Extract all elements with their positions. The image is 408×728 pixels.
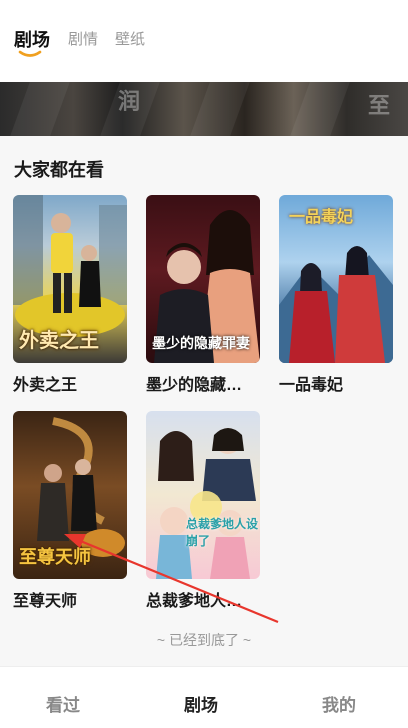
end-of-list-text: ~ 已经到底了 ~: [156, 632, 252, 648]
poster-image: 总裁爹地人设崩了: [146, 411, 260, 579]
poster-title: 外卖之王: [19, 330, 99, 352]
tab-theater[interactable]: 剧场: [14, 26, 50, 52]
poster-title: 总裁爹地人设崩了: [186, 517, 259, 548]
poster-image: 外卖之王: [13, 195, 127, 363]
tab-plot[interactable]: 剧情: [68, 28, 98, 49]
poster-image: 墨少的隐藏罪妻: [146, 195, 260, 363]
card-title: 至尊天师: [13, 593, 78, 610]
card-title: 总裁爹地人…: [146, 593, 243, 610]
nav-theater[interactable]: 剧场: [184, 691, 218, 716]
poster-image: 至尊天师: [13, 411, 127, 579]
card-title: 一品毒妃: [279, 377, 344, 394]
main-content: 大家都在看 外卖之王 外卖之王 墨少的隐藏罪妻 墨少的隐藏… 一品毒妃 一品毒妃…: [0, 136, 408, 666]
banner-carousel[interactable]: 润 至: [0, 82, 408, 136]
drama-card-2[interactable]: 墨少的隐藏罪妻 墨少的隐藏…: [146, 195, 260, 395]
poster-title: 墨少的隐藏罪妻: [152, 335, 250, 351]
bottom-nav-bar: 看过 剧场 我的: [0, 666, 408, 728]
top-tab-bar: 剧场 剧情 壁纸: [0, 0, 408, 82]
card-title: 外卖之王: [13, 377, 78, 394]
drama-card-3[interactable]: 一品毒妃 一品毒妃: [279, 195, 393, 395]
nav-watched[interactable]: 看过: [46, 691, 80, 716]
nav-mine[interactable]: 我的: [322, 691, 356, 716]
drama-card-4[interactable]: 至尊天师 至尊天师: [13, 411, 127, 611]
poster-title: 一品毒妃: [289, 209, 354, 226]
drama-card-1[interactable]: 外卖之王 外卖之王: [13, 195, 127, 395]
card-title: 墨少的隐藏…: [146, 377, 243, 394]
drama-card-5[interactable]: 总裁爹地人设崩了 总裁爹地人…: [146, 411, 260, 611]
poster-image: 一品毒妃: [279, 195, 393, 363]
section-title: 大家都在看: [14, 160, 104, 180]
poster-title: 至尊天师: [19, 547, 91, 567]
tab-wallpaper[interactable]: 壁纸: [115, 28, 145, 49]
active-tab-indicator: [18, 50, 42, 57]
